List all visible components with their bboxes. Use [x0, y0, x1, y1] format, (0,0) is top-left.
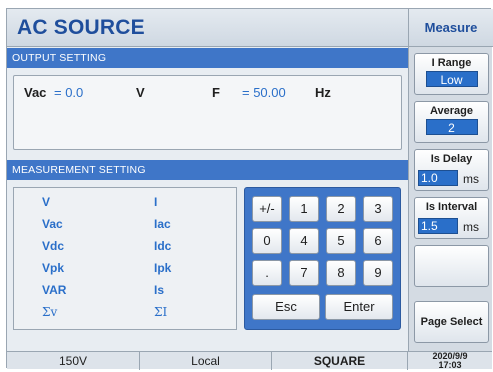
esc-button[interactable]: Esc	[252, 294, 320, 320]
key-5[interactable]: 5	[326, 228, 356, 254]
measure-item-vdc[interactable]: Vdc	[42, 239, 64, 253]
output-setting-box: Vac = 0.0 V F = 50.00 Hz	[13, 75, 402, 150]
key-6[interactable]: 6	[363, 228, 393, 254]
page-select-label: Page Select	[420, 316, 483, 328]
measure-item-sigma-v[interactable]: Σv	[42, 305, 57, 319]
is-delay-input[interactable]: 1.0	[418, 170, 458, 186]
datetime-status: 2020/9/9 17:03	[408, 352, 492, 370]
output-setting-panel: OUTPUT SETTING Vac = 0.0 V F = 50.00 Hz	[7, 48, 408, 156]
vac-label: Vac	[24, 85, 47, 100]
key-plus-minus[interactable]: +/-	[252, 196, 282, 222]
f-value[interactable]: = 50.00	[242, 85, 286, 100]
key-9[interactable]: 9	[363, 260, 393, 286]
is-interval-label: Is Interval	[425, 201, 478, 213]
measurement-setting-panel: MEASUREMENT SETTING V Vac Vdc Vpk VAR Σv…	[7, 160, 408, 350]
measurement-setting-heading: MEASUREMENT SETTING	[7, 160, 408, 180]
title-bar: AC SOURCE	[7, 9, 408, 47]
measure-item-vac[interactable]: Vac	[42, 217, 63, 231]
i-range-button[interactable]: I Range Low	[414, 53, 489, 95]
is-interval-input[interactable]: 1.5	[418, 218, 458, 234]
key-1[interactable]: 1	[289, 196, 319, 222]
control-mode-status: Local	[140, 352, 272, 370]
key-0[interactable]: 0	[252, 228, 282, 254]
key-3[interactable]: 3	[363, 196, 393, 222]
is-delay-unit: ms	[463, 172, 479, 186]
measure-item-v[interactable]: V	[42, 195, 50, 209]
softkey-column: Measure I Range Low Average 2 Is Delay 1…	[408, 9, 493, 351]
average-value: 2	[425, 119, 478, 135]
key-4[interactable]: 4	[289, 228, 319, 254]
average-label: Average	[429, 105, 473, 117]
measure-item-i[interactable]: I	[154, 195, 157, 209]
measure-item-iac[interactable]: Iac	[154, 217, 171, 231]
measure-item-ipk[interactable]: Ipk	[154, 261, 171, 275]
blank-softkey[interactable]	[414, 245, 489, 287]
is-delay-button[interactable]: Is Delay 1.0 ms	[414, 149, 489, 191]
measurement-item-list: V Vac Vdc Vpk VAR Σv I Iac Idc Ipk Is ΣI	[13, 187, 237, 330]
page-title: AC SOURCE	[17, 16, 145, 39]
menu-title: Measure	[409, 9, 493, 47]
page-select-button[interactable]: Page Select	[414, 301, 489, 343]
vac-unit: V	[136, 85, 145, 100]
vac-value[interactable]: = 0.0	[54, 85, 83, 100]
output-setting-heading: OUTPUT SETTING	[7, 48, 408, 68]
waveform-status: SQUARE	[272, 352, 408, 370]
measure-item-is[interactable]: Is	[154, 283, 164, 297]
i-range-label: I Range	[431, 57, 472, 69]
f-label: F	[212, 85, 220, 100]
voltage-range-status: 150V	[7, 352, 140, 370]
key-decimal[interactable]: .	[252, 260, 282, 286]
is-interval-unit: ms	[463, 220, 479, 234]
average-button[interactable]: Average 2	[414, 101, 489, 143]
enter-button[interactable]: Enter	[325, 294, 393, 320]
i-range-value: Low	[425, 71, 478, 87]
key-8[interactable]: 8	[326, 260, 356, 286]
status-bar: 150V Local SQUARE 2020/9/9 17:03	[7, 351, 492, 370]
measure-item-var[interactable]: VAR	[42, 283, 66, 297]
key-2[interactable]: 2	[326, 196, 356, 222]
f-unit: Hz	[315, 85, 331, 100]
ac-source-screen: AC SOURCE Measure I Range Low Average 2 …	[6, 8, 493, 370]
measure-item-vpk[interactable]: Vpk	[42, 261, 64, 275]
measure-item-sigma-i[interactable]: ΣI	[154, 305, 167, 319]
time-text: 17:03	[438, 360, 462, 370]
key-7[interactable]: 7	[289, 260, 319, 286]
numeric-keypad: +/- 1 2 3 0 4 5 6 . 7 8 9 Esc Enter	[244, 187, 401, 330]
measure-item-idc[interactable]: Idc	[154, 239, 171, 253]
is-delay-label: Is Delay	[430, 153, 473, 165]
is-interval-button[interactable]: Is Interval 1.5 ms	[414, 197, 489, 239]
